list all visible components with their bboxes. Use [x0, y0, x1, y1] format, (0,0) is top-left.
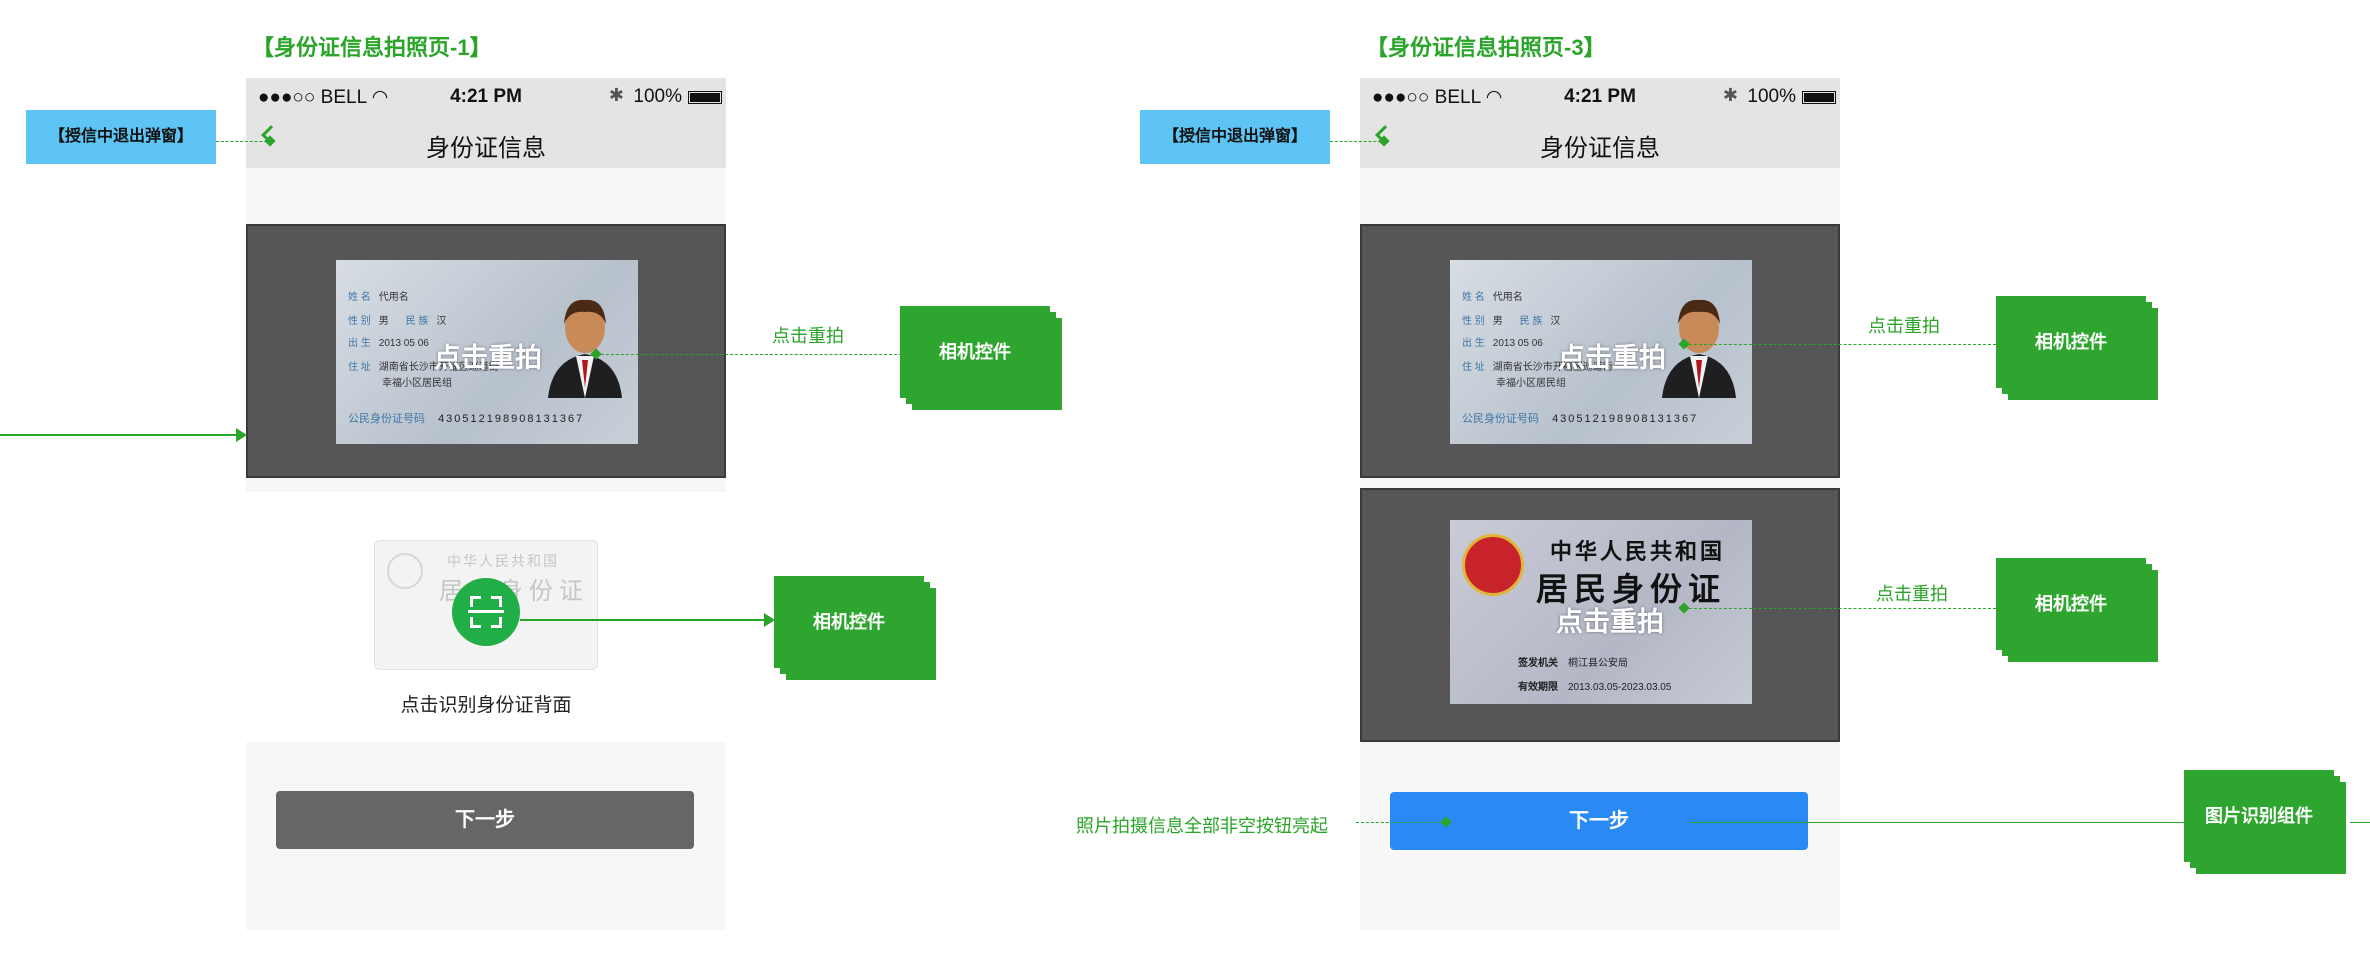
connector-line: [1684, 608, 1996, 609]
exit-popup-note: 【授信中退出弹窗】: [26, 110, 216, 164]
status-bar: ●●●○○ BELL ◠ 4:21 PM ✱ 100%: [1360, 78, 1840, 116]
screen-3-title: 【身份证信息拍照页-3】: [1366, 35, 1606, 60]
exit-popup-note: 【授信中退出弹窗】: [1140, 110, 1330, 164]
camera-control-note: 相机控件: [774, 576, 940, 680]
connector-line: [0, 434, 236, 436]
camera-control-note: 相机控件: [1996, 296, 2162, 400]
connector-line: [2350, 822, 2370, 823]
connector-line: [1684, 344, 1996, 345]
bluetooth-icon: ✱: [1722, 85, 1738, 105]
connector-line: [1356, 822, 1448, 823]
image-recognition-note: 图片识别组件: [2184, 770, 2350, 874]
retake-note: 点击重拍: [772, 326, 844, 346]
id-front-photo-panel[interactable]: 姓 名代用名 性 别男 民 族汉 出 生 2013 05 06 住 址湖南省长沙市…: [246, 224, 726, 478]
connector-line: [520, 619, 768, 621]
phone-screen-1: ●●●○○ BELL ◠ 4:21 PM ✱ 100% 身份证信息 姓 名代用名…: [246, 78, 726, 930]
nav-bar: 身份证信息: [1360, 116, 1840, 168]
battery-percent: 100%: [633, 86, 682, 107]
camera-control-note: 相机控件: [1996, 558, 2162, 662]
screen-1-title: 【身份证信息拍照页-1】: [252, 35, 492, 60]
connector-line: [1690, 822, 2184, 823]
phone-screen-3: ●●●○○ BELL ◠ 4:21 PM ✱ 100% 身份证信息 姓 名代用名…: [1360, 78, 1840, 930]
scan-frame-icon: [470, 596, 481, 607]
battery-percent: 100%: [1747, 86, 1796, 107]
nav-title: 身份证信息: [1540, 135, 1660, 162]
portrait-avatar-icon: [1662, 299, 1736, 398]
nav-title: 身份证信息: [426, 135, 546, 162]
connector-line: [596, 354, 902, 355]
button-state-note: 照片拍摄信息全部非空按钮亮起: [1076, 816, 1328, 836]
arrow-right-icon: [236, 428, 247, 442]
id-back-photo-panel[interactable]: 中华人民共和国 居民身份证 签发机关 桐江县公安局 有效期限 2013.03.05-…: [1360, 488, 1840, 742]
retake-label[interactable]: 点击重拍: [1558, 336, 1666, 375]
retake-label[interactable]: 点击重拍: [1556, 600, 1664, 639]
next-button-disabled[interactable]: 下一步: [276, 791, 694, 849]
bluetooth-icon: ✱: [608, 85, 624, 105]
national-emblem-icon: [1462, 534, 1524, 596]
id-front-photo-panel[interactable]: 姓 名代用名 性 别男 民 族汉 出 生 2013 05 06 住 址湖南省长沙市…: [1360, 224, 1840, 478]
battery-icon: [1802, 91, 1836, 104]
status-bar: ●●●○○ BELL ◠ 4:21 PM ✱ 100%: [246, 78, 726, 116]
retake-note: 点击重拍: [1876, 584, 1948, 604]
retake-note: 点击重拍: [1868, 316, 1940, 336]
portrait-avatar-icon: [548, 299, 622, 398]
scan-label: 点击识别身份证背面: [400, 695, 572, 716]
emblem-icon: [387, 553, 423, 589]
retake-label[interactable]: 点击重拍: [434, 336, 542, 375]
id-back-scan-section: 中华人民共和国 居民身份证 点击识别身份证背面: [246, 492, 726, 742]
next-button-active[interactable]: 下一步: [1390, 792, 1808, 850]
scan-button[interactable]: [452, 578, 520, 646]
battery-icon: [688, 91, 722, 104]
camera-control-note: 相机控件: [900, 306, 1066, 410]
nav-bar: 身份证信息: [246, 116, 726, 168]
